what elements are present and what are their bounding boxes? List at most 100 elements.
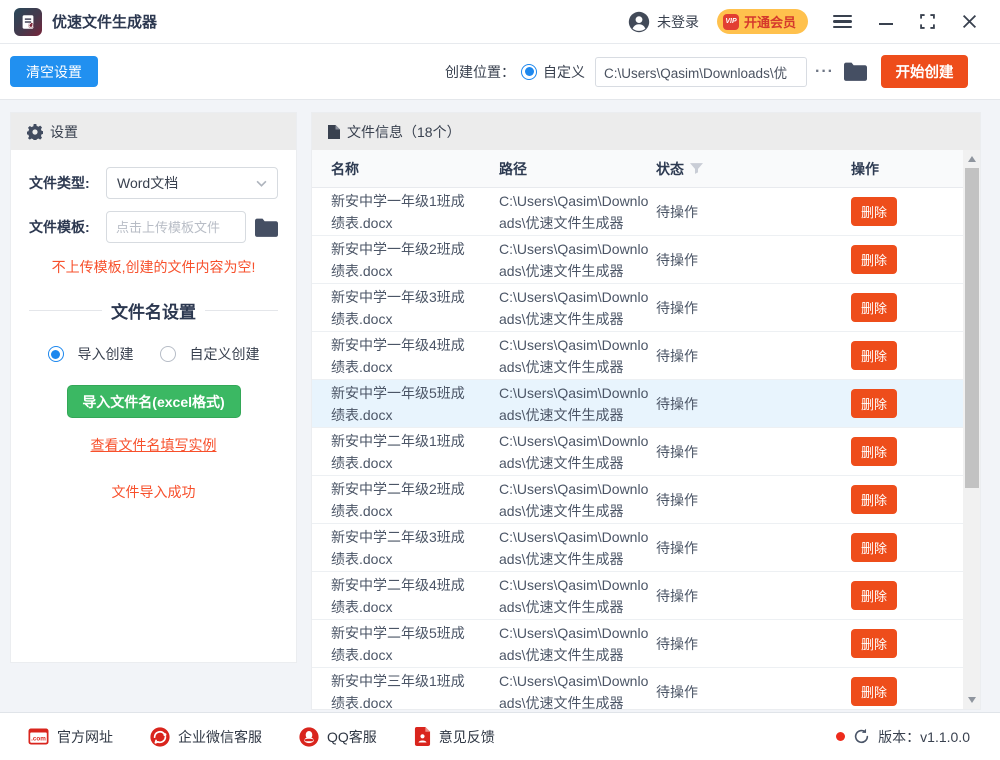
file-path-cell: C:\Users\Qasim\Downloads\优速文件生成器	[499, 672, 649, 710]
filter-icon[interactable]	[690, 162, 703, 175]
file-name-cell: 新安中学一年级2班成绩表.docx	[331, 240, 465, 279]
file-path-cell: C:\Users\Qasim\Downloads\优速文件生成器	[499, 528, 649, 567]
file-info-header: 文件信息（18个）	[312, 113, 980, 150]
table-row: 新安中学一年级2班成绩表.docx C:\Users\Qasim\Downloa…	[312, 236, 963, 284]
maximize-icon[interactable]	[918, 12, 937, 31]
file-path-cell: C:\Users\Qasim\Downloads\优速文件生成器	[499, 288, 649, 327]
app-logo-icon	[14, 7, 42, 36]
filename-example-link[interactable]: 查看文件名填写实例	[29, 435, 278, 455]
file-status-cell: 待操作	[656, 251, 698, 268]
delete-button[interactable]: 删除	[851, 197, 897, 226]
column-name: 名称	[331, 160, 359, 177]
custom-create-radio[interactable]	[159, 346, 176, 362]
file-path-cell: C:\Users\Qasim\Downloads\优速文件生成器	[499, 432, 649, 471]
import-filenames-button[interactable]: 导入文件名(excel格式)	[66, 385, 241, 418]
delete-button[interactable]: 删除	[851, 677, 897, 706]
file-path-cell: C:\Users\Qasim\Downloads\优速文件生成器	[499, 240, 649, 279]
delete-button[interactable]: 删除	[851, 389, 897, 418]
delete-button[interactable]: 删除	[851, 341, 897, 370]
scroll-up-icon[interactable]	[967, 156, 976, 162]
website-icon: .com	[28, 728, 49, 745]
wechat-service-link[interactable]: 企业微信客服	[150, 726, 262, 747]
file-name-cell: 新安中学二年级4班成绩表.docx	[331, 576, 465, 615]
table-row: 新安中学一年级1班成绩表.docx C:\Users\Qasim\Downloa…	[312, 188, 963, 236]
file-path-cell: C:\Users\Qasim\Downloads\优速文件生成器	[499, 624, 649, 663]
open-vip-button[interactable]: VIP 开通会员	[716, 9, 808, 34]
toolbar: 清空设置 创建位置： 自定义 ··· 开始创建	[0, 44, 1000, 100]
delete-button[interactable]: 删除	[851, 293, 897, 322]
delete-button[interactable]: 删除	[851, 437, 897, 466]
user-avatar-icon	[628, 11, 650, 33]
update-indicator-dot	[836, 732, 846, 741]
file-status-cell: 待操作	[656, 587, 698, 604]
minimize-icon[interactable]	[877, 17, 895, 27]
file-status-cell: 待操作	[656, 299, 698, 316]
import-create-radio[interactable]	[47, 346, 64, 362]
refresh-icon[interactable]	[853, 728, 870, 745]
table-row: 新安中学一年级4班成绩表.docx C:\Users\Qasim\Downloa…	[312, 332, 963, 380]
file-name-cell: 新安中学二年级5班成绩表.docx	[331, 624, 465, 663]
output-path-input[interactable]	[595, 56, 808, 87]
document-icon	[328, 124, 340, 139]
file-status-cell: 待操作	[656, 491, 698, 508]
delete-button[interactable]: 删除	[851, 581, 897, 610]
file-name-cell: 新安中学一年级4班成绩表.docx	[331, 336, 465, 375]
file-name-cell: 新安中学一年级3班成绩表.docx	[331, 288, 465, 327]
import-success-text: 文件导入成功	[111, 484, 196, 500]
delete-button[interactable]: 删除	[851, 485, 897, 514]
settings-panel-title: 设置	[50, 123, 78, 140]
filename-settings-heading: 文件名设置	[29, 298, 278, 323]
login-status[interactable]: 未登录	[657, 12, 699, 32]
footer: .com 官方网址 企业微信客服 QQ客服 意见反馈 版本：v1.1.0.0	[0, 712, 1000, 760]
app-title: 优速文件生成器	[52, 14, 158, 31]
column-action: 操作	[851, 160, 879, 177]
file-name-cell: 新安中学二年级2班成绩表.docx	[331, 480, 465, 519]
browse-more-button[interactable]: ···	[815, 63, 834, 81]
file-name-cell: 新安中学二年级3班成绩表.docx	[331, 528, 465, 567]
chevron-down-icon	[256, 180, 267, 187]
file-status-cell: 待操作	[656, 443, 698, 460]
table-row: 新安中学二年级2班成绩表.docx C:\Users\Qasim\Downloa…	[312, 476, 963, 524]
file-table: 名称 路径 状态 操作 新安中学一年级1班成绩表.docx C:\Users\Q…	[312, 150, 963, 709]
scrollbar-thumb[interactable]	[964, 168, 979, 488]
column-status: 状态	[656, 159, 851, 179]
table-row: 新安中学一年级5班成绩表.docx C:\Users\Qasim\Downloa…	[312, 380, 963, 428]
template-label: 文件模板:	[29, 219, 90, 235]
table-row: 新安中学三年级1班成绩表.docx C:\Users\Qasim\Downloa…	[312, 668, 963, 709]
custom-location-radio[interactable]	[521, 63, 538, 80]
file-table-body: 新安中学一年级1班成绩表.docx C:\Users\Qasim\Downloa…	[312, 188, 963, 709]
main-area: 设置 文件类型: Word文档 文件模板: 点击上传模板文件 不上传模板,创建的…	[0, 100, 1000, 712]
vip-icon: VIP	[722, 13, 739, 30]
file-type-select[interactable]: Word文档	[106, 167, 278, 199]
settings-panel: 设置 文件类型: Word文档 文件模板: 点击上传模板文件 不上传模板,创建的…	[10, 112, 297, 663]
template-warning-text: 不上传模板,创建的文件内容为空!	[51, 259, 256, 275]
delete-button[interactable]: 删除	[851, 629, 897, 658]
template-folder-icon[interactable]	[255, 218, 278, 237]
file-path-cell: C:\Users\Qasim\Downloads\优速文件生成器	[499, 336, 649, 375]
account-menu[interactable]: 未登录	[628, 11, 699, 33]
open-folder-icon[interactable]	[844, 62, 867, 81]
scroll-down-icon[interactable]	[967, 697, 976, 703]
official-website-link[interactable]: .com 官方网址	[28, 727, 113, 747]
file-name-cell: 新安中学二年级1班成绩表.docx	[331, 432, 465, 471]
qq-service-link[interactable]: QQ客服	[299, 726, 377, 747]
wechat-service-icon	[150, 726, 170, 747]
file-name-cell: 新安中学三年级1班成绩表.docx	[331, 672, 465, 710]
menu-icon[interactable]	[831, 10, 854, 34]
qq-icon	[299, 726, 319, 747]
table-row: 新安中学一年级3班成绩表.docx C:\Users\Qasim\Downloa…	[312, 284, 963, 332]
close-icon[interactable]	[960, 12, 979, 31]
start-create-button[interactable]: 开始创建	[881, 55, 968, 88]
clear-settings-button[interactable]: 清空设置	[10, 56, 98, 87]
vertical-scrollbar[interactable]	[963, 150, 980, 709]
delete-button[interactable]: 删除	[851, 533, 897, 562]
delete-button[interactable]: 删除	[851, 245, 897, 274]
table-row: 新安中学二年级5班成绩表.docx C:\Users\Qasim\Downloa…	[312, 620, 963, 668]
version-text: 版本：v1.1.0.0	[878, 728, 970, 745]
template-upload-input[interactable]	[106, 211, 246, 243]
file-info-panel: 文件信息（18个） 名称 路径 状态 操作 新安中学一年级1班成绩表.docx …	[311, 112, 981, 710]
file-type-label: 文件类型:	[29, 175, 90, 191]
titlebar: 优速文件生成器 未登录 VIP 开通会员	[0, 0, 1000, 44]
file-name-cell: 新安中学一年级1班成绩表.docx	[331, 192, 465, 231]
feedback-link[interactable]: 意见反馈	[414, 727, 495, 747]
